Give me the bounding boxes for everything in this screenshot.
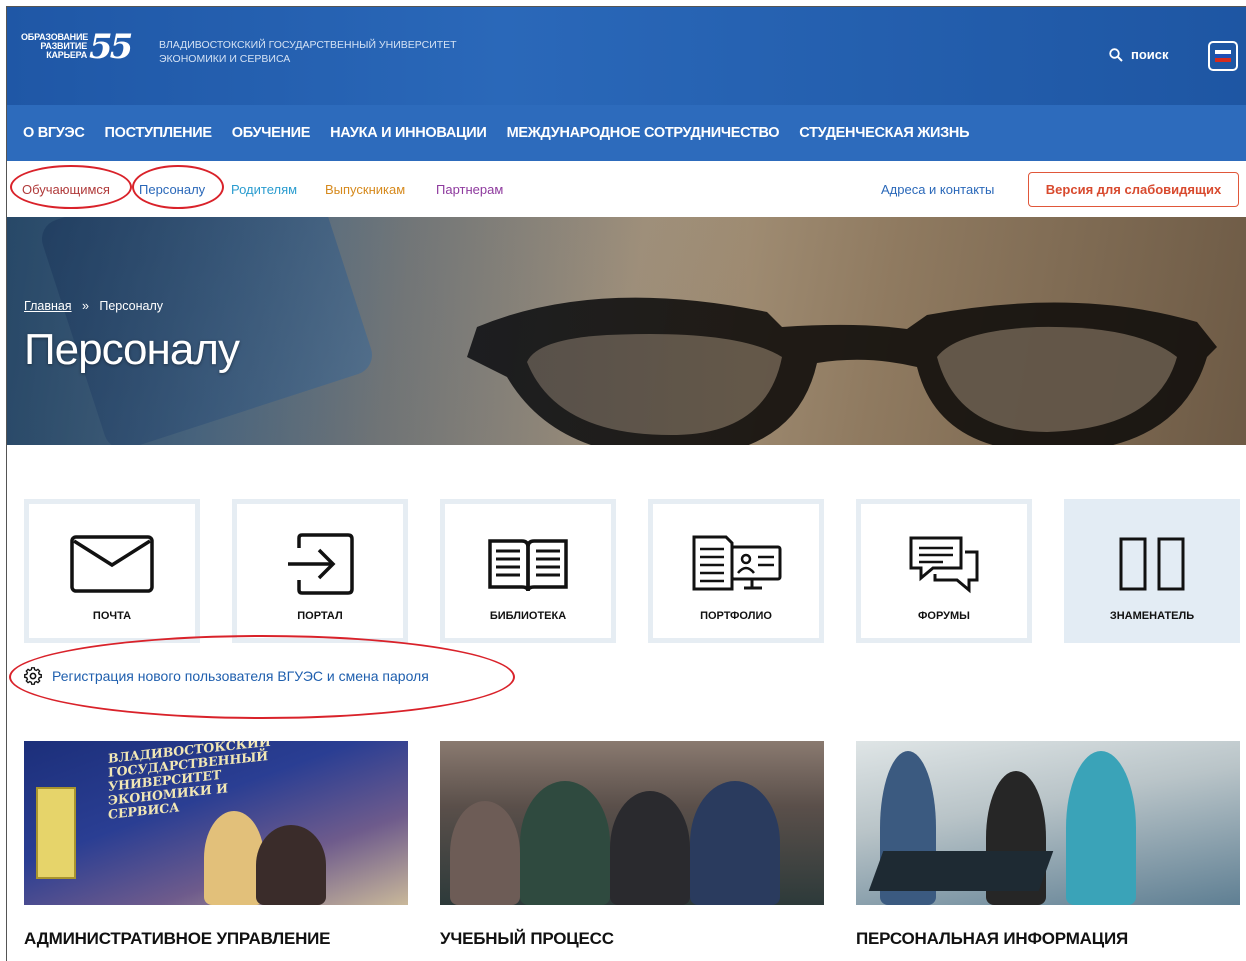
search-label: поиск (1131, 47, 1169, 62)
login-icon (285, 532, 355, 596)
service-label: почта (92, 610, 132, 622)
service-tile-mail[interactable]: почта (24, 499, 200, 643)
card-image (440, 741, 824, 905)
service-label: библиотека (489, 610, 567, 622)
annotation-circle (10, 165, 132, 209)
logo-number[interactable]: 55 (89, 27, 133, 67)
card-image-banner: ВЛАДИВОСТОКСКИЙ ГОСУДАРСТВЕННЫЙ УНИВЕРСИ… (108, 741, 271, 822)
card-image-person (450, 801, 520, 905)
card-image-person (520, 781, 610, 905)
breadcrumb: Главная » Персоналу (24, 299, 163, 313)
card-title[interactable]: УЧЕБНЫЙ ПРОЦЕСС (440, 929, 824, 949)
nav-item-education[interactable]: ОБУЧЕНИЕ (232, 125, 311, 141)
site-header: ОБРАЗОВАНИЕ РАЗВИТИЕ КАРЬЕРА 55 ВЛАДИВОС… (7, 7, 1246, 105)
card-education-process[interactable]: УЧЕБНЫЙ ПРОЦЕСС (440, 741, 824, 949)
logo-line: КАРЬЕРА (46, 50, 87, 60)
search-button[interactable]: поиск (1109, 47, 1169, 62)
browser-viewport: ОБРАЗОВАНИЕ РАЗВИТИЕ КАРЬЕРА 55 ВЛАДИВОС… (6, 6, 1246, 961)
nav-item-about[interactable]: О ВГУЭС (23, 125, 85, 141)
main-navigation: О ВГУЭС ПОСТУПЛЕНИЕ ОБУЧЕНИЕ НАУКА И ИНН… (7, 105, 1246, 161)
audience-link-parents[interactable]: Родителям (231, 182, 297, 197)
portfolio-icon (688, 532, 784, 596)
service-tile-portfolio[interactable]: портфолио (648, 499, 824, 643)
znamenatel-icon (1117, 532, 1187, 596)
card-administration[interactable]: ВЛАДИВОСТОКСКИЙ ГОСУДАРСТВЕННЫЙ УНИВЕРСИ… (24, 741, 408, 949)
nav-item-student-life[interactable]: СТУДЕНЧЕСКАЯ ЖИЗНЬ (799, 125, 969, 141)
audience-link-graduates[interactable]: Выпускникам (325, 182, 405, 197)
forum-icon (907, 532, 981, 596)
book-icon (486, 532, 570, 596)
service-tile-forums[interactable]: форумы (856, 499, 1032, 643)
card-image-person (690, 781, 780, 905)
card-image-plaque (36, 787, 76, 879)
breadcrumb-separator: » (82, 299, 89, 313)
service-tile-library[interactable]: библиотека (440, 499, 616, 643)
card-image-table (868, 851, 1054, 891)
annotation-circle (9, 635, 515, 719)
card-title[interactable]: ПЕРСОНАЛЬНАЯ ИНФОРМАЦИЯ (856, 929, 1240, 949)
card-title[interactable]: АДМИНИСТРАТИВНОЕ УПРАВЛЕНИЕ (24, 929, 408, 949)
university-name: ВЛАДИВОСТОКСКИЙ ГОСУДАРСТВЕННЫЙ УНИВЕРСИ… (159, 39, 457, 65)
nav-item-international[interactable]: МЕЖДУНАРОДНОЕ СОТРУДНИЧЕСТВО (507, 125, 780, 141)
card-image-person (610, 791, 690, 905)
service-label: портал (297, 610, 343, 622)
service-label: знаменатель (1109, 610, 1195, 622)
mail-icon (70, 532, 154, 596)
audience-navigation: Обучающимся Персоналу Родителям Выпускни… (7, 161, 1246, 217)
card-image-person (256, 825, 326, 905)
service-label: портфолио (700, 610, 772, 622)
page-title: Персоналу (24, 325, 240, 374)
site-logo[interactable]: ОБРАЗОВАНИЕ РАЗВИТИЕ КАРЬЕРА (21, 33, 88, 60)
annotation-circle (132, 165, 224, 209)
breadcrumb-home-link[interactable]: Главная (24, 299, 72, 313)
hero-banner: Главная » Персоналу Персоналу (7, 217, 1246, 445)
service-tile-portal[interactable]: портал (232, 499, 408, 643)
service-tile-znamenatel[interactable]: знаменатель (1064, 499, 1240, 643)
audience-link-partners[interactable]: Партнерам (436, 182, 503, 197)
card-image-person (204, 811, 264, 905)
search-icon (1109, 47, 1123, 62)
nav-item-admission[interactable]: ПОСТУПЛЕНИЕ (105, 125, 213, 141)
nav-item-science[interactable]: НАУКА И ИННОВАЦИИ (330, 125, 487, 141)
card-image-person (1066, 751, 1136, 905)
visually-impaired-button[interactable]: Версия для слабовидящих (1028, 172, 1239, 207)
breadcrumb-current: Персоналу (99, 299, 164, 313)
russian-flag-icon (1215, 50, 1231, 62)
card-image (856, 741, 1240, 905)
language-button[interactable] (1208, 41, 1238, 71)
contacts-link[interactable]: Адреса и контакты (881, 182, 994, 197)
service-label: форумы (918, 610, 970, 622)
card-personal-info[interactable]: ПЕРСОНАЛЬНАЯ ИНФОРМАЦИЯ (856, 741, 1240, 949)
card-image: ВЛАДИВОСТОКСКИЙ ГОСУДАРСТВЕННЫЙ УНИВЕРСИ… (24, 741, 408, 905)
